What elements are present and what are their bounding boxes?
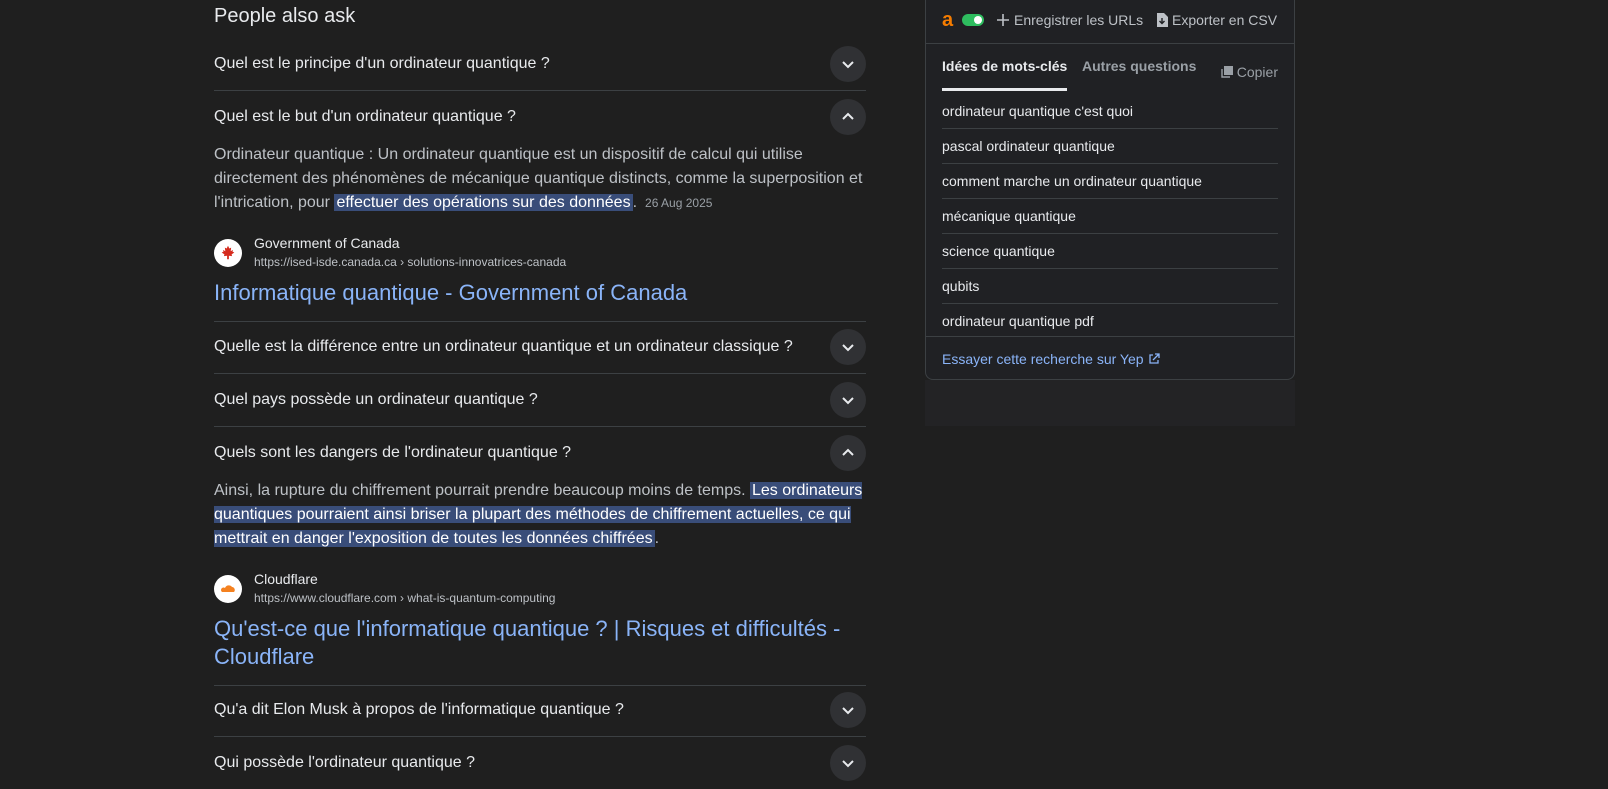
paa-answer: Ordinateur quantique : Un ordinateur qua… (214, 143, 866, 215)
answer-date: 26 Aug 2025 (645, 196, 713, 210)
export-csv-button[interactable]: Exporter en CSV (1156, 12, 1277, 28)
result-link[interactable]: Qu'est-ce que l'informatique quantique ?… (214, 615, 866, 671)
chevron-down-icon[interactable] (830, 382, 866, 418)
yep-search-link[interactable]: Essayer cette recherche sur Yep (942, 351, 1160, 367)
copy-button[interactable]: Copier (1221, 64, 1278, 80)
paa-question-toggle[interactable]: Quel est le principe d'un ordinateur qua… (214, 38, 866, 90)
paa-question-toggle[interactable]: Quel est le but d'un ordinateur quantiqu… (214, 91, 866, 143)
answer-highlight: effectuer des opérations sur des données (334, 194, 633, 211)
plus-icon (997, 14, 1009, 26)
source-name: Government of Canada (254, 235, 400, 251)
keyword-list: ordinateur quantique c'est quoi pascal o… (942, 94, 1278, 338)
export-csv-label: Exporter en CSV (1172, 12, 1278, 28)
keyword-item[interactable]: mécanique quantique (942, 199, 1278, 234)
source-name: Cloudflare (254, 571, 318, 587)
paa-title: People also ask (214, 5, 356, 27)
chevron-down-icon[interactable] (830, 692, 866, 728)
answer-text-end: . (632, 194, 638, 211)
keyword-item[interactable]: pascal ordinateur quantique (942, 129, 1278, 164)
paa-question-row[interactable]: Qu'a dit Elon Musk à propos de l'informa… (214, 684, 866, 737)
cloud-icon (214, 575, 242, 603)
keyword-item[interactable]: comment marche un ordinateur quantique (942, 164, 1278, 199)
chevron-up-icon[interactable] (830, 99, 866, 135)
chevron-down-icon[interactable] (830, 329, 866, 365)
answer-text-end: . (654, 530, 660, 547)
paa-question-toggle[interactable]: Quels sont les dangers de l'ordinateur q… (214, 427, 866, 479)
source-url: https://www.cloudflare.com › what-is-qua… (254, 591, 556, 605)
paa-question-row[interactable]: Qui possède l'ordinateur quantique ? (214, 737, 866, 789)
extension-toggle[interactable] (962, 14, 984, 26)
save-urls-button[interactable]: Enregistrer les URLs (996, 12, 1143, 28)
tab-keyword-ideas[interactable]: Idées de mots-clés (942, 58, 1068, 91)
paa-question-row[interactable]: Quel pays possède un ordinateur quantiqu… (214, 374, 866, 427)
extension-logo: a (942, 9, 954, 31)
panel-bottom-area (925, 380, 1295, 426)
paa-question-row-expanded: Quel est le but d'un ordinateur quantiqu… (214, 91, 866, 322)
yep-search-label: Essayer cette recherche sur Yep (942, 351, 1144, 367)
paa-question-toggle[interactable]: Quel pays possède un ordinateur quantiqu… (214, 374, 866, 426)
keyword-item[interactable]: qubits (942, 269, 1278, 304)
paa-question-text: Quel est le but d'un ordinateur quantiqu… (214, 108, 516, 125)
answer-text: Ainsi, la rupture du chiffrement pourrai… (214, 482, 750, 499)
keyword-extension-panel: a Enregistrer les URLs Exporter en CSV I… (925, 0, 1295, 380)
keyword-item[interactable]: ordinateur quantique c'est quoi (942, 94, 1278, 129)
panel-footer: Essayer cette recherche sur Yep (926, 336, 1294, 381)
paa-answer: Ainsi, la rupture du chiffrement pourrai… (214, 479, 866, 551)
result-link[interactable]: Informatique quantique - Government of C… (214, 279, 866, 307)
paa-question-row[interactable]: Quel est le principe d'un ordinateur qua… (214, 38, 866, 91)
external-link-icon (1148, 353, 1160, 364)
paa-question-toggle[interactable]: Quelle est la différence entre un ordina… (214, 321, 866, 373)
copy-label: Copier (1236, 64, 1278, 80)
source-url: https://ised-isde.canada.ca › solutions-… (254, 255, 567, 269)
source-block[interactable]: Cloudflare https://www.cloudflare.com › … (214, 571, 866, 607)
panel-toolbar: a Enregistrer les URLs Exporter en CSV (926, 0, 1294, 44)
tab-other-questions[interactable]: Autres questions (1082, 58, 1196, 74)
paa-question-row[interactable]: Quelle est la différence entre un ordina… (214, 321, 866, 374)
paa-question-text: Quelle est la différence entre un ordina… (214, 338, 793, 355)
chevron-down-icon[interactable] (830, 745, 866, 781)
file-download-icon (1157, 13, 1168, 27)
paa-question-text: Quels sont les dangers de l'ordinateur q… (214, 444, 572, 461)
panel-tabs: Idées de mots-clés Autres questions Copi… (942, 58, 1278, 92)
source-block[interactable]: Government of Canada https://ised-isde.c… (214, 235, 866, 271)
paa-question-toggle[interactable]: Qu'a dit Elon Musk à propos de l'informa… (214, 684, 866, 736)
chevron-down-icon[interactable] (830, 46, 866, 82)
save-urls-label: Enregistrer les URLs (1014, 12, 1144, 28)
paa-question-text: Quel est le principe d'un ordinateur qua… (214, 55, 550, 72)
paa-question-row-expanded: Quels sont les dangers de l'ordinateur q… (214, 427, 866, 686)
copy-icon (1221, 66, 1233, 78)
paa-question-text: Quel pays possède un ordinateur quantiqu… (214, 391, 538, 408)
paa-question-text: Qu'a dit Elon Musk à propos de l'informa… (214, 701, 624, 718)
paa-question-toggle[interactable]: Qui possède l'ordinateur quantique ? (214, 737, 866, 789)
chevron-up-icon[interactable] (830, 435, 866, 471)
keyword-item[interactable]: ordinateur quantique pdf (942, 304, 1278, 338)
maple-leaf-icon (214, 239, 242, 267)
keyword-item[interactable]: science quantique (942, 234, 1278, 269)
paa-question-text: Qui possède l'ordinateur quantique ? (214, 754, 476, 771)
